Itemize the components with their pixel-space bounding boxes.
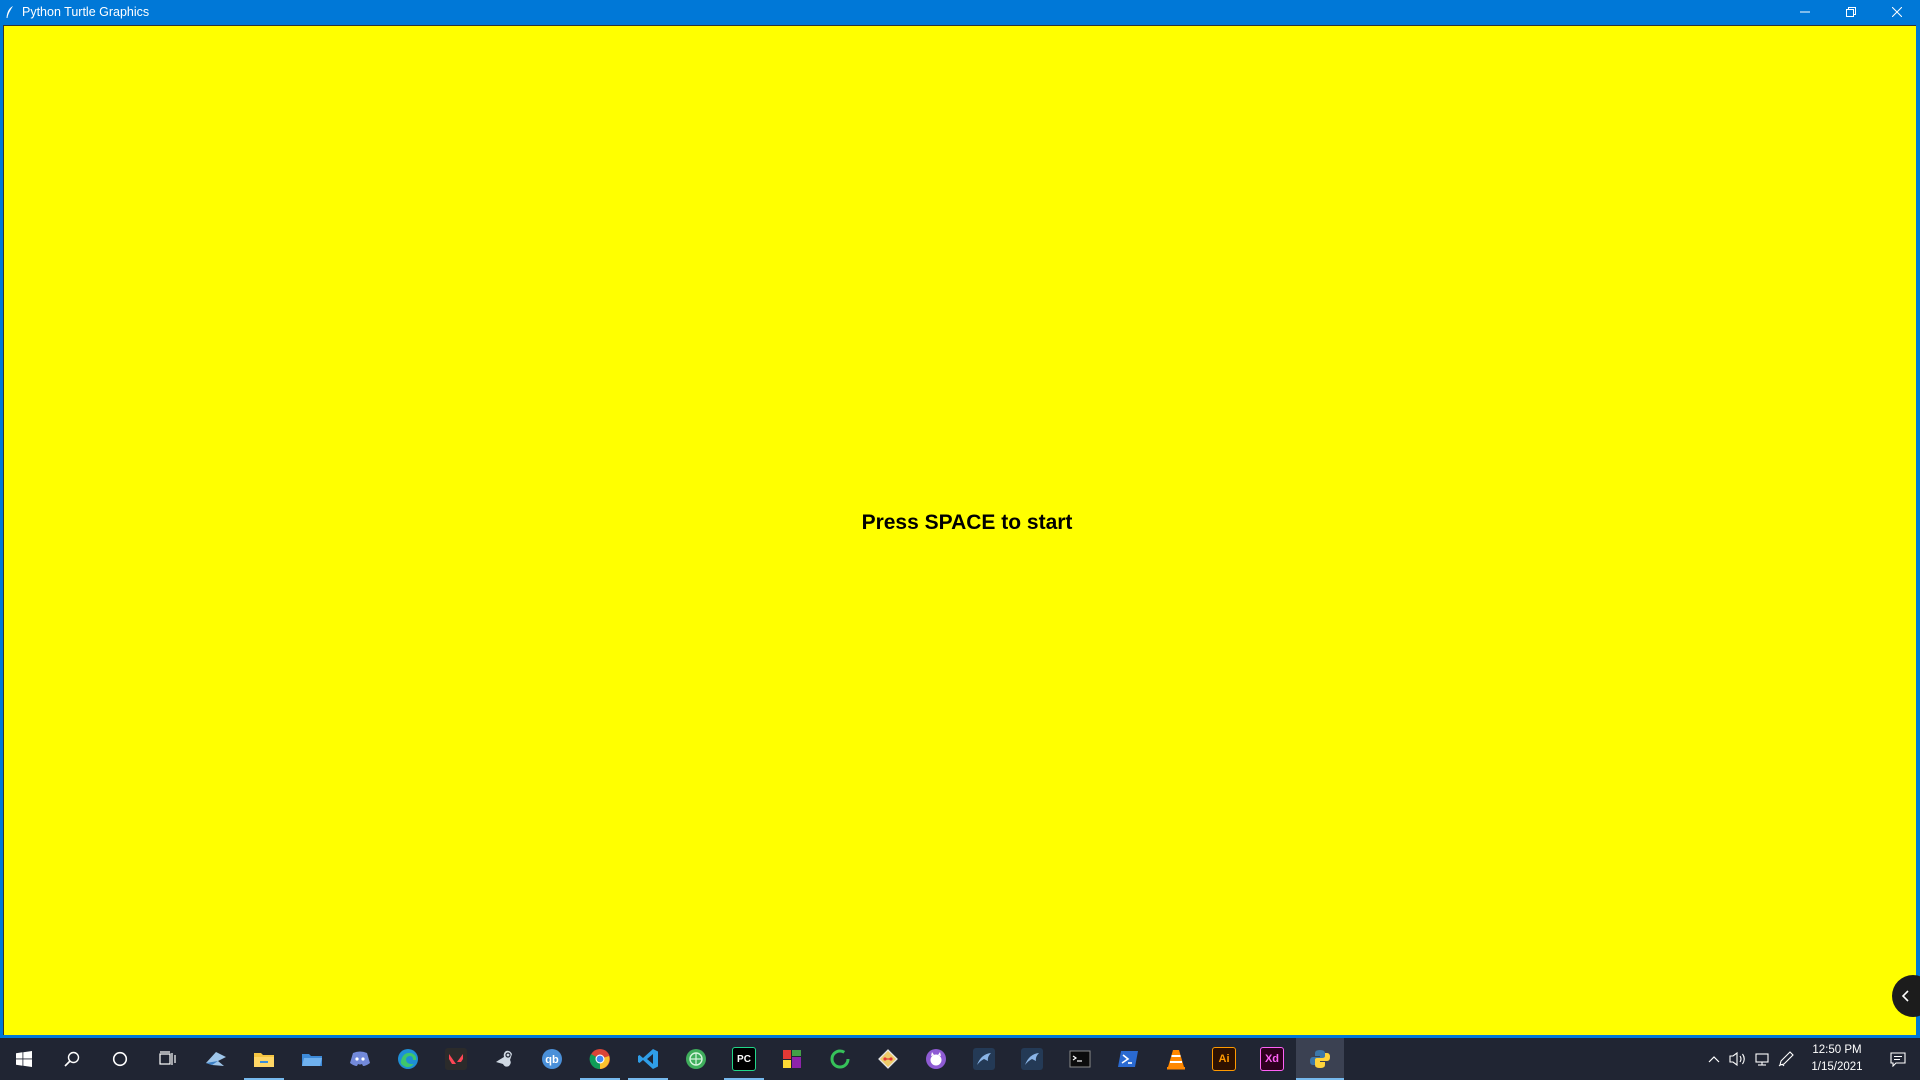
taskbar-vlc[interactable] (1152, 1038, 1200, 1080)
discord-icon (350, 1051, 370, 1066)
taskbar-app-bird[interactable] (192, 1038, 240, 1080)
cortana-button[interactable] (96, 1038, 144, 1080)
taskbar-terminal[interactable] (1056, 1038, 1104, 1080)
taskbar-app-folder[interactable] (288, 1038, 336, 1080)
vlc-icon (1167, 1050, 1185, 1070)
valorant-icon (445, 1048, 467, 1070)
volume-button[interactable] (1726, 1038, 1750, 1080)
app-dolphin-icon (973, 1048, 995, 1070)
side-panel-handle[interactable] (1892, 975, 1920, 1017)
feather-icon (5, 5, 17, 19)
app-green-globe-icon (686, 1049, 706, 1069)
chevron-left-icon (1901, 990, 1909, 1002)
svg-text:qb: qb (545, 1054, 559, 1066)
clock-time: 12:50 PM (1812, 1044, 1862, 1056)
show-hidden-icons-button[interactable] (1702, 1038, 1726, 1080)
pen-workspace-button[interactable] (1774, 1038, 1798, 1080)
cortana-icon (112, 1051, 128, 1067)
task-view-icon (159, 1051, 176, 1065)
taskbar-chrome[interactable] (576, 1038, 624, 1080)
search-icon (64, 1051, 80, 1067)
python-icon (1310, 1050, 1330, 1068)
taskbar: qb PC Ai Xd 12:50 PM 1/15/2021 (0, 1038, 1920, 1080)
taskbar-app-globe[interactable] (672, 1038, 720, 1080)
close-button[interactable] (1874, 0, 1920, 24)
network-button[interactable] (1750, 1038, 1774, 1080)
notification-icon (1890, 1052, 1906, 1067)
taskbar-steam[interactable] (480, 1038, 528, 1080)
chrome-icon (589, 1049, 610, 1070)
close-icon (1892, 7, 1902, 17)
illustrator-icon: Ai (1212, 1047, 1236, 1071)
taskbar-git[interactable] (864, 1038, 912, 1080)
taskbar-valorant[interactable] (432, 1038, 480, 1080)
system-tray: 12:50 PM 1/15/2021 (1702, 1038, 1920, 1080)
app-green-ring-icon (830, 1049, 850, 1069)
vscode-icon (638, 1049, 658, 1069)
restore-button[interactable] (1828, 0, 1874, 24)
title-bar[interactable]: Python Turtle Graphics (0, 0, 1920, 24)
window-controls (1782, 0, 1920, 24)
taskbar-discord[interactable] (336, 1038, 384, 1080)
app-purple-cat-icon (926, 1049, 946, 1069)
action-center-button[interactable] (1876, 1038, 1920, 1080)
clock[interactable]: 12:50 PM 1/15/2021 (1798, 1038, 1876, 1080)
taskbar-qbittorrent[interactable]: qb (528, 1038, 576, 1080)
git-icon (878, 1049, 898, 1069)
taskbar-app-blocks[interactable] (768, 1038, 816, 1080)
network-icon (1755, 1053, 1769, 1066)
taskbar-edge[interactable] (384, 1038, 432, 1080)
qbittorrent-icon: qb (542, 1049, 562, 1069)
taskbar-file-explorer[interactable] (240, 1038, 288, 1080)
taskbar-app-cat[interactable] (912, 1038, 960, 1080)
turtle-canvas[interactable]: Press SPACE to start (3, 25, 1920, 1035)
start-message: Press SPACE to start (861, 511, 1073, 534)
chevron-up-icon (1708, 1056, 1720, 1063)
minimize-button[interactable] (1782, 0, 1828, 24)
app-colorblocks-icon (783, 1050, 801, 1068)
terminal-icon (1069, 1050, 1091, 1068)
task-view-button[interactable] (144, 1038, 192, 1080)
taskbar-python[interactable] (1296, 1038, 1344, 1080)
taskbar-illustrator[interactable]: Ai (1200, 1038, 1248, 1080)
xd-icon: Xd (1260, 1047, 1284, 1071)
taskbar-app-dolphin-2[interactable] (1008, 1038, 1056, 1080)
app-blue-folder-icon (302, 1054, 322, 1066)
taskbar-app-ring[interactable] (816, 1038, 864, 1080)
clock-date: 1/15/2021 (1811, 1061, 1863, 1073)
pen-icon (1778, 1051, 1794, 1067)
edge-icon (398, 1049, 418, 1069)
volume-icon (1729, 1051, 1745, 1067)
minimize-icon (1800, 11, 1810, 13)
powershell-icon (1118, 1051, 1138, 1067)
app-blue-bird-icon (206, 1052, 226, 1066)
search-button[interactable] (48, 1038, 96, 1080)
window-title: Python Turtle Graphics (22, 5, 150, 19)
taskbar-app-dolphin[interactable] (960, 1038, 1008, 1080)
turtle-window: Python Turtle Graphics Press SPACE to st… (0, 0, 1920, 1038)
taskbar-xd[interactable]: Xd (1248, 1038, 1296, 1080)
taskbar-powershell[interactable] (1104, 1038, 1152, 1080)
pycharm-icon: PC (732, 1047, 756, 1071)
file-explorer-icon (254, 1053, 274, 1067)
taskbar-vscode[interactable] (624, 1038, 672, 1080)
steam-icon (496, 1050, 512, 1067)
taskbar-pycharm[interactable]: PC (720, 1038, 768, 1080)
start-button[interactable] (0, 1038, 48, 1080)
restore-icon (1846, 7, 1856, 17)
windows-logo-icon (16, 1051, 32, 1067)
app-dolphin-2-icon (1021, 1048, 1043, 1070)
